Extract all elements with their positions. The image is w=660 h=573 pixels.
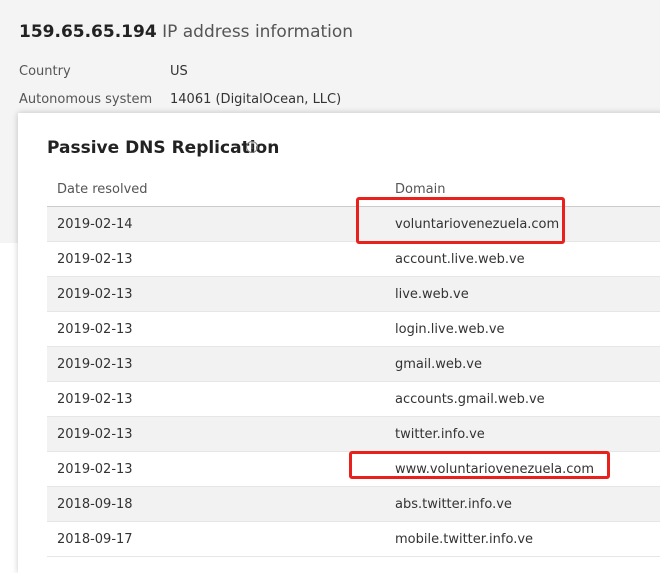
date-cell: 2019-02-13 [57, 357, 133, 372]
domain-link[interactable]: accounts.gmail.web.ve [395, 392, 545, 407]
date-cell: 2019-02-13 [57, 392, 133, 407]
autonomous-system-value: 14061 (DigitalOcean, LLC) [170, 92, 342, 107]
date-cell: 2019-02-13 [57, 252, 133, 267]
date-cell: 2019-02-13 [57, 427, 133, 442]
autonomous-system-row: Autonomous system 14061 (DigitalOcean, L… [19, 92, 341, 107]
date-cell: 2019-02-13 [57, 322, 133, 337]
date-cell: 2018-09-17 [57, 532, 133, 547]
passive-dns-card: Passive DNS Replication i Date resolved … [18, 113, 660, 573]
info-circle-icon[interactable]: i [246, 141, 258, 153]
domain-link[interactable]: twitter.info.ve [395, 427, 485, 442]
passive-dns-title: Passive DNS Replication [47, 138, 280, 158]
table-row: 2019-02-13 account.live.web.ve [47, 242, 660, 277]
country-label: Country [19, 64, 71, 79]
highlight-box-www-voluntariovenezuela [349, 451, 610, 479]
column-header-domain: Domain [395, 182, 446, 197]
date-cell: 2019-02-14 [57, 217, 133, 232]
column-header-date: Date resolved [57, 182, 148, 197]
domain-link[interactable]: account.live.web.ve [395, 252, 525, 267]
table-row: 2019-02-13 accounts.gmail.web.ve [47, 382, 660, 417]
table-row: 2019-02-13 live.web.ve [47, 277, 660, 312]
table-row: 2018-09-18 abs.twitter.info.ve [47, 487, 660, 522]
domain-link[interactable]: live.web.ve [395, 287, 469, 302]
date-cell: 2018-09-18 [57, 497, 133, 512]
autonomous-system-label: Autonomous system [19, 92, 153, 107]
table-row: 2018-09-17 mobile.twitter.info.ve [47, 522, 660, 557]
table-row: 2019-02-13 login.live.web.ve [47, 312, 660, 347]
domain-link[interactable]: login.live.web.ve [395, 322, 505, 337]
highlight-box-voluntariovenezuela [356, 197, 565, 244]
date-cell: 2019-02-13 [57, 462, 133, 477]
ip-address: 159.65.65.194 [19, 22, 157, 42]
dns-table-body: 2019-02-14 voluntariovenezuela.com 2019-… [47, 207, 660, 557]
table-row: 2019-02-14 voluntariovenezuela.com [47, 207, 660, 242]
domain-link[interactable]: gmail.web.ve [395, 357, 482, 372]
country-row: Country US [19, 64, 188, 79]
table-row: 2019-02-13 gmail.web.ve [47, 347, 660, 382]
page-title: 159.65.65.194 IP address information [19, 22, 353, 42]
domain-link[interactable]: mobile.twitter.info.ve [395, 532, 533, 547]
date-cell: 2019-02-13 [57, 287, 133, 302]
country-value: US [170, 64, 188, 79]
table-row: 2019-02-13 twitter.info.ve [47, 417, 660, 452]
page-title-suffix: IP address information [162, 22, 354, 42]
domain-link[interactable]: abs.twitter.info.ve [395, 497, 512, 512]
